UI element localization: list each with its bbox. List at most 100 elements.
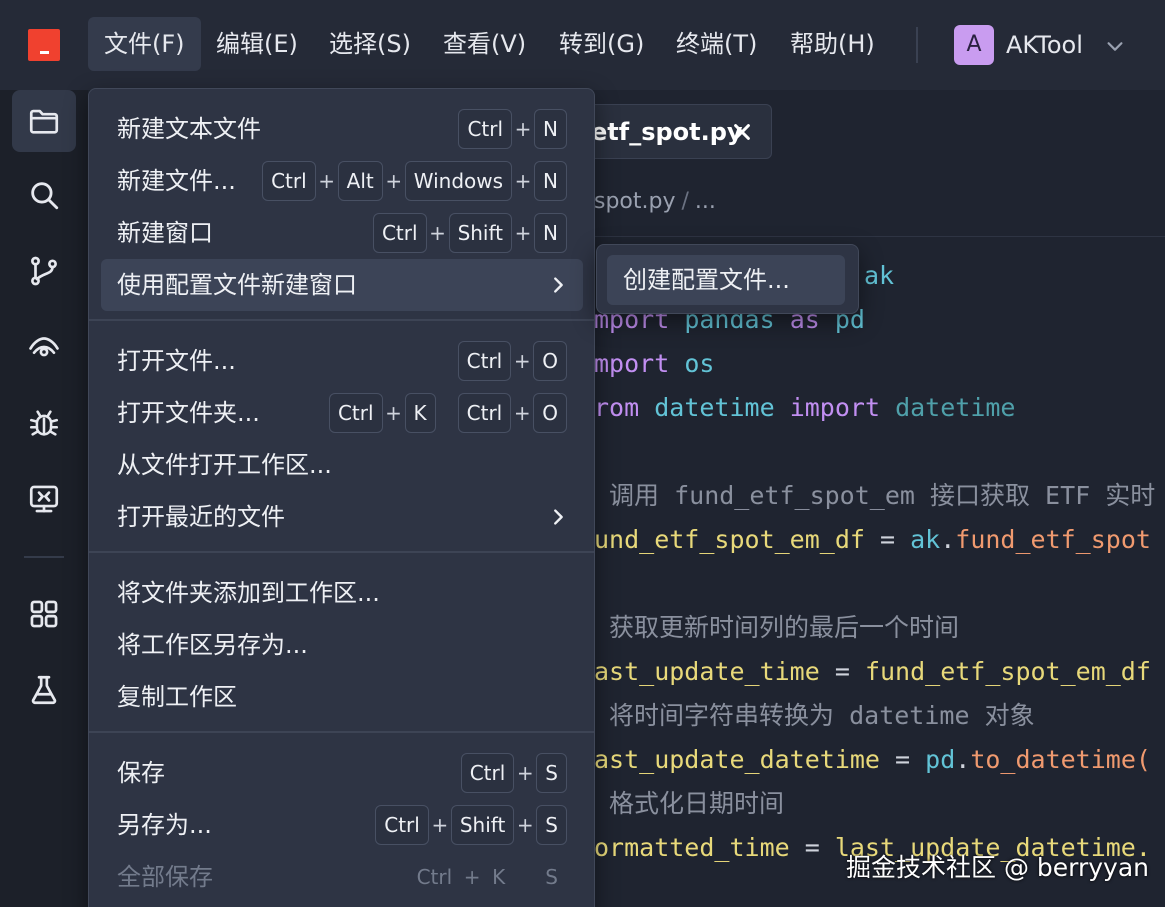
- menu-item-new-window-with-profile[interactable]: 使用配置文件新建窗口: [101, 259, 583, 311]
- key-plus: +: [385, 401, 402, 425]
- close-icon[interactable]: [731, 121, 753, 143]
- key-cap: S: [545, 865, 558, 889]
- menu-item-save-workspace-as[interactable]: 将工作区另存为...: [101, 619, 583, 671]
- code-token: fund_etf_spot_em_df: [864, 657, 1151, 686]
- debug-bug-icon: [29, 410, 59, 436]
- code-line: 格式化日期时间: [594, 782, 784, 826]
- menu-item-label: 打开最近的文件: [117, 503, 285, 531]
- menu-item-duplicate-workspace[interactable]: 复制工作区: [101, 671, 583, 723]
- menu-item-label: 保存: [117, 759, 165, 787]
- menu-file[interactable]: 文件(F): [88, 17, 201, 71]
- chevron-down-icon[interactable]: [1104, 35, 1126, 57]
- key-plus: +: [513, 401, 531, 425]
- key-cap: O: [533, 393, 567, 433]
- key-plus: +: [318, 169, 336, 193]
- key-cap: Ctrl: [457, 393, 512, 433]
- menu-item-new-text-file[interactable]: 新建文本文件 Ctrl + N: [101, 103, 583, 155]
- watermark: 掘金技术社区 @ berryyan: [846, 853, 1150, 882]
- keybinding: Ctrl + N: [458, 109, 567, 149]
- menu-item-create-profile[interactable]: 创建配置文件...: [607, 255, 845, 305]
- menu-item-save[interactable]: 保存 Ctrl + S: [101, 747, 583, 799]
- key-plus: +: [514, 221, 532, 245]
- menubar: 文件(F) 编辑(E) 选择(S) 查看(V) 转到(G) 终端(T) 帮助(H…: [0, 0, 1165, 90]
- key-cap: Ctrl: [416, 865, 453, 889]
- source-control-icon: [31, 256, 57, 286]
- profile-submenu: 创建配置文件...: [596, 244, 859, 314]
- key-plus: +: [463, 865, 481, 889]
- menu-help[interactable]: 帮助(H): [774, 17, 891, 71]
- key-cap: Ctrl: [262, 161, 316, 201]
- menu-item-save-as[interactable]: 另存为... Ctrl + Shift + S: [101, 799, 583, 851]
- code-comment: 格式化日期时间: [594, 789, 785, 818]
- code-token: ast_update_datetime: [594, 745, 880, 774]
- menu-item-label: 将文件夹添加到工作区...: [117, 579, 380, 607]
- menu-item-label: 复制工作区: [117, 683, 237, 711]
- menu-item-label: 将工作区另存为...: [117, 631, 308, 659]
- code-token: pd: [925, 745, 956, 774]
- run-debug-button[interactable]: [12, 392, 76, 454]
- menu-item-save-all: 全部保存 Ctrl + K S: [101, 851, 583, 903]
- testing-button[interactable]: [12, 659, 76, 721]
- keybinding: Ctrl + S: [460, 753, 567, 793]
- account-name[interactable]: AKTool: [1006, 25, 1083, 65]
- breadcrumb-file[interactable]: spot.py: [594, 189, 676, 214]
- key-cap: Ctrl: [328, 393, 383, 433]
- menu-item-label: 新建文件...: [117, 167, 236, 195]
- key-cap: S: [536, 753, 567, 793]
- menu-item-label: 打开文件...: [117, 347, 236, 375]
- key-cap: O: [533, 341, 567, 381]
- editor-divider: [594, 236, 1165, 237]
- menu-item-open-workspace[interactable]: 从文件打开工作区...: [101, 439, 583, 491]
- key-plus: +: [514, 117, 532, 141]
- key-cap: Shift: [450, 805, 515, 845]
- explorer-button[interactable]: [12, 90, 76, 152]
- menu-item-open-recent[interactable]: 打开最近的文件: [101, 491, 583, 543]
- key-cap: N: [534, 161, 567, 201]
- code-token: to_datetime(: [970, 745, 1151, 774]
- code-token: datetime: [895, 393, 1016, 422]
- menu-edit[interactable]: 编辑(E): [200, 17, 314, 71]
- key-cap: N: [534, 213, 567, 253]
- menu-go[interactable]: 转到(G): [543, 17, 660, 71]
- key-plus: +: [516, 813, 534, 837]
- chevron-right-icon: [554, 509, 563, 525]
- remote-explorer-button[interactable]: [12, 468, 76, 530]
- chevron-right-icon: [554, 277, 563, 293]
- extensions-button[interactable]: [12, 583, 76, 645]
- keybinding: Ctrl + K S: [408, 857, 567, 897]
- menu-item-label: 另存为...: [117, 811, 212, 839]
- menu-item-label: 创建配置文件...: [623, 266, 790, 294]
- key-cap: Ctrl: [457, 341, 512, 381]
- menu-separator: [89, 319, 594, 321]
- key-plus: +: [514, 169, 532, 193]
- app-logo: [28, 29, 60, 61]
- breadcrumb-more[interactable]: ...: [695, 189, 716, 214]
- key-plus: +: [513, 349, 531, 373]
- key-cap: K: [492, 865, 506, 889]
- menu-separator: [89, 551, 594, 553]
- code-line: 获取更新时间列的最后一个时间: [594, 606, 959, 650]
- menu-item-add-folder-to-workspace[interactable]: 将文件夹添加到工作区...: [101, 567, 583, 619]
- menu-item-open-file[interactable]: 打开文件... Ctrl + O: [101, 335, 583, 387]
- account-avatar[interactable]: A: [954, 25, 994, 65]
- menu-item-open-folder[interactable]: 打开文件夹... Ctrl + K Ctrl + O: [101, 387, 583, 439]
- menu-item-new-window[interactable]: 新建窗口 Ctrl + Shift + N: [101, 207, 583, 259]
- key-cap: Alt: [337, 161, 383, 201]
- key-cap: Ctrl: [458, 109, 513, 149]
- menu-selection[interactable]: 选择(S): [313, 17, 427, 71]
- code-token: ak: [910, 525, 941, 554]
- search-button[interactable]: [12, 164, 76, 226]
- key-plus: +: [429, 221, 446, 245]
- key-cap: N: [534, 109, 567, 149]
- source-control-button[interactable]: [12, 240, 76, 302]
- extensions-icon: [30, 600, 58, 628]
- menu-item-label: 新建文本文件: [117, 115, 261, 143]
- watch-button[interactable]: [12, 316, 76, 378]
- menu-item-label: 新建窗口: [117, 219, 213, 247]
- menu-terminal[interactable]: 终端(T): [660, 17, 773, 71]
- menu-item-new-file[interactable]: 新建文件... Ctrl + Alt + Windows + N: [101, 155, 583, 207]
- code-line: 将时间字符串转换为 datetime 对象: [594, 694, 1035, 738]
- keybinding: Ctrl + K Ctrl + O: [328, 393, 567, 433]
- key-plus: +: [431, 813, 449, 837]
- menu-view[interactable]: 查看(V): [427, 17, 542, 71]
